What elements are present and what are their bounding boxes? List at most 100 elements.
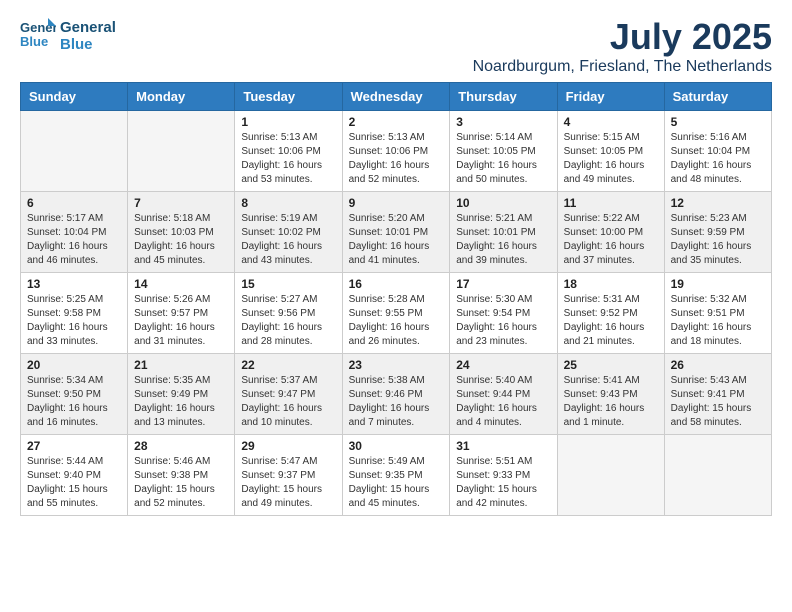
calendar-cell: 26 Sunrise: 5:43 AM Sunset: 9:41 PM Dayli… [664, 354, 771, 435]
calendar-cell: 3 Sunrise: 5:14 AM Sunset: 10:05 PM Dayli… [450, 111, 557, 192]
weekday-header-saturday: Saturday [664, 83, 771, 111]
header: General Blue General Blue July 2025 Noar… [20, 16, 772, 76]
day-info: Sunrise: 5:37 AM Sunset: 9:47 PM Dayligh… [241, 374, 335, 430]
weekday-header-row: SundayMondayTuesdayWednesdayThursdayFrid… [21, 83, 772, 111]
weekday-header-friday: Friday [557, 83, 664, 111]
calendar-cell: 27 Sunrise: 5:44 AM Sunset: 9:40 PM Dayli… [21, 435, 128, 516]
day-info: Sunrise: 5:27 AM Sunset: 9:56 PM Dayligh… [241, 293, 335, 349]
day-number: 28 [134, 439, 228, 453]
day-number: 27 [27, 439, 121, 453]
calendar-cell [128, 111, 235, 192]
svg-text:Blue: Blue [20, 34, 48, 49]
calendar-cell: 7Sunrise: 5:18 AM Sunset: 10:03 PM Dayli… [128, 192, 235, 273]
logo-icon: General Blue [20, 16, 56, 52]
logo: General Blue General Blue [20, 16, 116, 57]
logo-blue: Blue [60, 37, 116, 54]
calendar-cell: 18 Sunrise: 5:31 AM Sunset: 9:52 PM Dayli… [557, 273, 664, 354]
day-info: Sunrise: 5:20 AM Sunset: 10:01 PM Daylig… [349, 212, 444, 268]
day-number: 19 [671, 277, 765, 291]
title-block: July 2025 Noardburgum, Friesland, The Ne… [473, 16, 772, 76]
day-number: 16 [349, 277, 444, 291]
day-number: 20 [27, 358, 121, 372]
calendar-cell: 9 Sunrise: 5:20 AM Sunset: 10:01 PM Dayli… [342, 192, 450, 273]
day-number: 18 [564, 277, 658, 291]
calendar-cell [21, 111, 128, 192]
day-info: Sunrise: 5:19 AM Sunset: 10:02 PM Daylig… [241, 212, 335, 268]
day-info: Sunrise: 5:17 AM Sunset: 10:04 PM Daylig… [27, 212, 121, 268]
calendar-cell: 15 Sunrise: 5:27 AM Sunset: 9:56 PM Dayli… [235, 273, 342, 354]
day-info: Sunrise: 5:15 AM Sunset: 10:05 PM Daylig… [564, 131, 658, 187]
day-info: Sunrise: 5:13 AM Sunset: 10:06 PM Daylig… [349, 131, 444, 187]
page: General Blue General Blue July 2025 Noar… [0, 0, 792, 536]
calendar-cell: 25Sunrise: 5:41 AM Sunset: 9:43 PM Dayli… [557, 354, 664, 435]
day-number: 17 [456, 277, 550, 291]
location-title: Noardburgum, Friesland, The Netherlands [473, 58, 772, 76]
calendar-cell: 13Sunrise: 5:25 AM Sunset: 9:58 PM Dayli… [21, 273, 128, 354]
day-info: Sunrise: 5:34 AM Sunset: 9:50 PM Dayligh… [27, 374, 121, 430]
calendar-cell: 11 Sunrise: 5:22 AM Sunset: 10:00 PM Dayl… [557, 192, 664, 273]
day-number: 22 [241, 358, 335, 372]
day-info: Sunrise: 5:26 AM Sunset: 9:57 PM Dayligh… [134, 293, 228, 349]
day-info: Sunrise: 5:43 AM Sunset: 9:41 PM Dayligh… [671, 374, 765, 430]
calendar-cell: 19Sunrise: 5:32 AM Sunset: 9:51 PM Dayli… [664, 273, 771, 354]
day-number: 29 [241, 439, 335, 453]
day-number: 23 [349, 358, 444, 372]
day-info: Sunrise: 5:49 AM Sunset: 9:35 PM Dayligh… [349, 455, 444, 511]
day-info: Sunrise: 5:21 AM Sunset: 10:01 PM Daylig… [456, 212, 550, 268]
day-info: Sunrise: 5:23 AM Sunset: 9:59 PM Dayligh… [671, 212, 765, 268]
day-number: 10 [456, 196, 550, 210]
calendar-cell [664, 435, 771, 516]
calendar-cell: 28 Sunrise: 5:46 AM Sunset: 9:38 PM Dayli… [128, 435, 235, 516]
day-info: Sunrise: 5:46 AM Sunset: 9:38 PM Dayligh… [134, 455, 228, 511]
day-info: Sunrise: 5:44 AM Sunset: 9:40 PM Dayligh… [27, 455, 121, 511]
weekday-header-wednesday: Wednesday [342, 83, 450, 111]
day-number: 12 [671, 196, 765, 210]
weekday-header-thursday: Thursday [450, 83, 557, 111]
day-info: Sunrise: 5:18 AM Sunset: 10:03 PM Daylig… [134, 212, 228, 268]
day-info: Sunrise: 5:14 AM Sunset: 10:05 PM Daylig… [456, 131, 550, 187]
calendar-cell: 29Sunrise: 5:47 AM Sunset: 9:37 PM Dayli… [235, 435, 342, 516]
calendar-cell: 10 Sunrise: 5:21 AM Sunset: 10:01 PM Dayl… [450, 192, 557, 273]
calendar-cell: 16 Sunrise: 5:28 AM Sunset: 9:55 PM Dayli… [342, 273, 450, 354]
day-info: Sunrise: 5:16 AM Sunset: 10:04 PM Daylig… [671, 131, 765, 187]
day-info: Sunrise: 5:30 AM Sunset: 9:54 PM Dayligh… [456, 293, 550, 349]
calendar-cell: 17 Sunrise: 5:30 AM Sunset: 9:54 PM Dayli… [450, 273, 557, 354]
calendar-cell: 8 Sunrise: 5:19 AM Sunset: 10:02 PM Dayli… [235, 192, 342, 273]
calendar-cell [557, 435, 664, 516]
weekday-header-monday: Monday [128, 83, 235, 111]
day-info: Sunrise: 5:38 AM Sunset: 9:46 PM Dayligh… [349, 374, 444, 430]
day-number: 13 [27, 277, 121, 291]
calendar-week-row: 13Sunrise: 5:25 AM Sunset: 9:58 PM Dayli… [21, 273, 772, 354]
day-info: Sunrise: 5:40 AM Sunset: 9:44 PM Dayligh… [456, 374, 550, 430]
logo-general: General [60, 20, 116, 37]
day-info: Sunrise: 5:35 AM Sunset: 9:49 PM Dayligh… [134, 374, 228, 430]
day-number: 26 [671, 358, 765, 372]
calendar-week-row: 20 Sunrise: 5:34 AM Sunset: 9:50 PM Dayli… [21, 354, 772, 435]
day-info: Sunrise: 5:22 AM Sunset: 10:00 PM Daylig… [564, 212, 658, 268]
day-number: 5 [671, 115, 765, 129]
day-info: Sunrise: 5:28 AM Sunset: 9:55 PM Dayligh… [349, 293, 444, 349]
day-number: 25 [564, 358, 658, 372]
calendar-cell: 12 Sunrise: 5:23 AM Sunset: 9:59 PM Dayli… [664, 192, 771, 273]
day-number: 30 [349, 439, 444, 453]
day-number: 24 [456, 358, 550, 372]
calendar-week-row: 27 Sunrise: 5:44 AM Sunset: 9:40 PM Dayli… [21, 435, 772, 516]
day-info: Sunrise: 5:31 AM Sunset: 9:52 PM Dayligh… [564, 293, 658, 349]
day-number: 11 [564, 196, 658, 210]
calendar-cell: 22 Sunrise: 5:37 AM Sunset: 9:47 PM Dayli… [235, 354, 342, 435]
calendar-cell: 2Sunrise: 5:13 AM Sunset: 10:06 PM Dayli… [342, 111, 450, 192]
day-info: Sunrise: 5:13 AM Sunset: 10:06 PM Daylig… [241, 131, 335, 187]
calendar-cell: 20 Sunrise: 5:34 AM Sunset: 9:50 PM Dayli… [21, 354, 128, 435]
calendar-cell: 30 Sunrise: 5:49 AM Sunset: 9:35 PM Dayli… [342, 435, 450, 516]
calendar-cell: 23 Sunrise: 5:38 AM Sunset: 9:46 PM Dayli… [342, 354, 450, 435]
day-number: 3 [456, 115, 550, 129]
day-number: 15 [241, 277, 335, 291]
calendar-cell: 14Sunrise: 5:26 AM Sunset: 9:57 PM Dayli… [128, 273, 235, 354]
day-number: 4 [564, 115, 658, 129]
calendar-cell: 1Sunrise: 5:13 AM Sunset: 10:06 PM Dayli… [235, 111, 342, 192]
day-number: 9 [349, 196, 444, 210]
day-number: 8 [241, 196, 335, 210]
day-number: 21 [134, 358, 228, 372]
calendar-cell: 21 Sunrise: 5:35 AM Sunset: 9:49 PM Dayli… [128, 354, 235, 435]
day-number: 6 [27, 196, 121, 210]
